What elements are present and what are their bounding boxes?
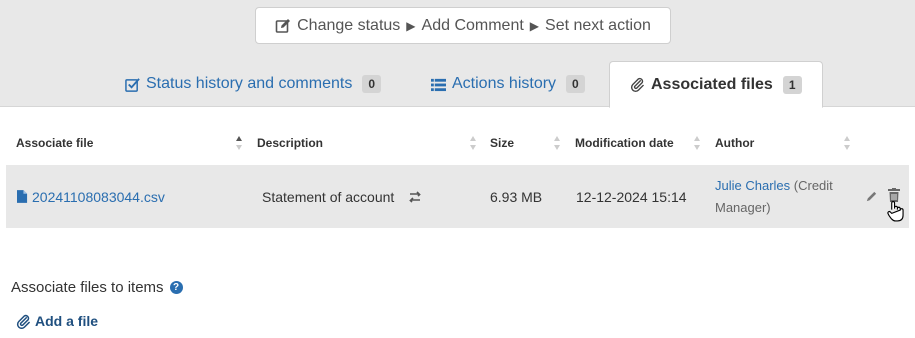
file-link[interactable]: 20241108083044.csv <box>17 189 165 205</box>
tab-label: Actions history <box>452 75 557 92</box>
column-header-associate-file[interactable]: Associate file <box>16 128 93 158</box>
sort-icon[interactable] <box>469 135 477 151</box>
paperclip-icon <box>630 77 645 92</box>
tab-label: Status history and comments <box>146 75 353 92</box>
tab-label: Associated files <box>651 75 773 93</box>
column-header-modification-date[interactable]: Modification date <box>575 128 674 158</box>
arrow-right-icon: ▶ <box>529 18 540 33</box>
tab-associated-files[interactable]: Associated files 1 <box>609 61 823 108</box>
add-comment-label: Add Comment <box>421 16 524 34</box>
arrow-right-icon: ▶ <box>406 18 416 33</box>
edit-icon <box>275 18 291 34</box>
sort-asc-icon[interactable] <box>235 135 243 151</box>
column-header-description[interactable]: Description <box>257 128 323 158</box>
count-badge: 1 <box>782 75 802 94</box>
pencil-icon[interactable] <box>865 190 878 203</box>
list-icon <box>431 77 446 92</box>
author-link[interactable]: Julie Charles <box>715 178 790 193</box>
count-badge: 0 <box>566 75 585 93</box>
description-text: Statement of account <box>262 188 395 205</box>
set-next-action-label: Set next action <box>545 16 651 34</box>
tab-actions-history[interactable]: Actions history 0 <box>431 61 585 107</box>
workflow-button[interactable]: Change status ▶ Add Comment ▶ Set next a… <box>255 7 671 44</box>
author-role: Manager) <box>715 200 771 215</box>
date-cell: 12-12-2024 15:14 <box>576 165 687 228</box>
check-square-icon <box>125 77 140 92</box>
change-status-label: Change status <box>297 16 401 34</box>
author-cell: Julie Charles (Credit Manager) <box>715 175 855 219</box>
sort-icon[interactable] <box>693 135 701 151</box>
column-header-author[interactable]: Author <box>715 128 754 158</box>
date-text: 12-12-2024 15:14 <box>576 188 687 205</box>
description-cell: Statement of account <box>262 165 422 228</box>
help-icon[interactable]: ? <box>169 281 183 294</box>
associate-files-title: Associate files to items ? <box>11 279 183 296</box>
sort-icon[interactable] <box>843 135 851 151</box>
size-text: 6.93 MB <box>490 188 543 205</box>
paperclip-icon <box>16 314 30 329</box>
size-cell: 6.93 MB <box>490 165 542 228</box>
exchange-icon[interactable] <box>408 190 422 203</box>
table-header: Associate file Description Size Modifica… <box>6 128 909 158</box>
sort-icon[interactable] <box>553 135 561 151</box>
file-icon <box>17 190 28 203</box>
table-row: 20241108083044.csv Statement of account … <box>6 165 909 228</box>
author-role: (Credit <box>793 178 833 193</box>
column-header-size[interactable]: Size <box>490 128 514 158</box>
hand-cursor-icon <box>887 201 904 222</box>
tab-status-history[interactable]: Status history and comments 0 <box>125 61 381 107</box>
add-file-button[interactable]: Add a file <box>16 313 98 329</box>
count-badge: 0 <box>362 75 381 93</box>
file-cell: 20241108083044.csv <box>17 165 165 228</box>
